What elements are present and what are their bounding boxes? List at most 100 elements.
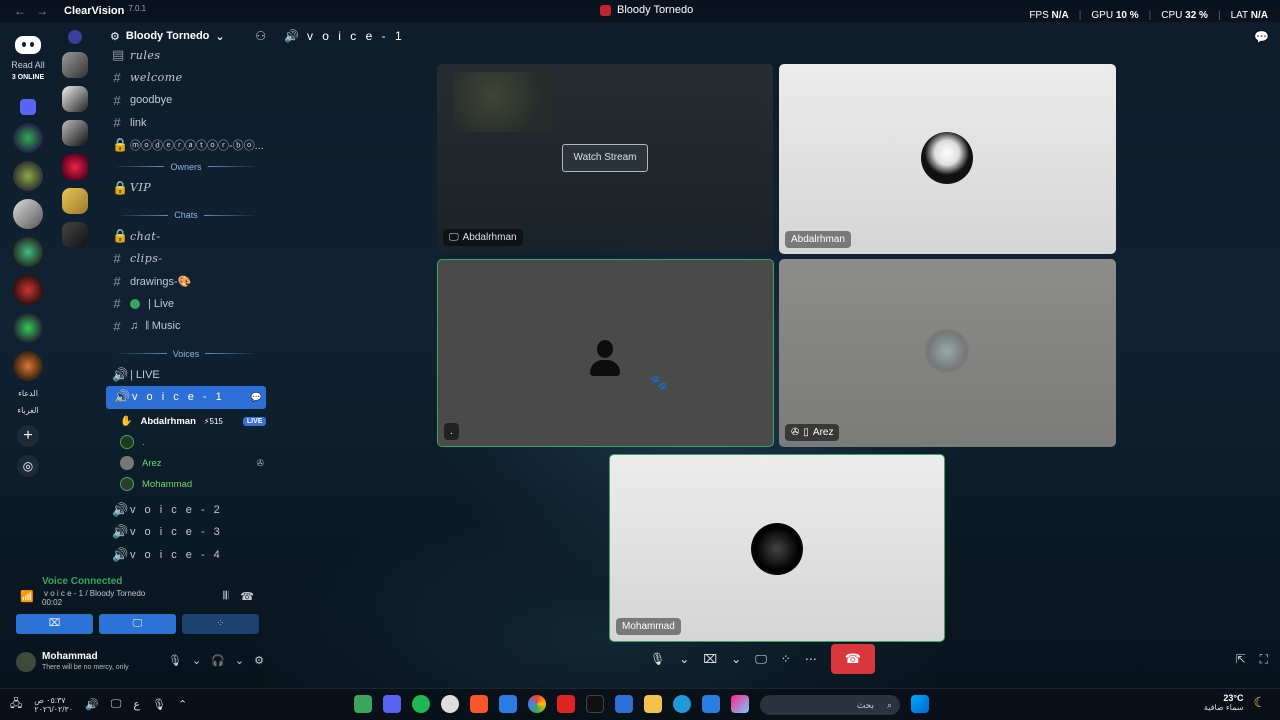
microphone-icon[interactable]: 🎙 <box>168 654 182 667</box>
back-arrow-icon[interactable]: ← <box>14 4 26 18</box>
folder-icon-2[interactable] <box>68 30 82 44</box>
channel-chat[interactable]: 🔒 chat- <box>100 225 272 248</box>
voice-channel-3[interactable]: 🔊 v o i c e - 3 <box>100 521 272 544</box>
voice-channel-live[interactable]: 🔊 | LIVE <box>100 364 272 387</box>
discord-home-icon[interactable] <box>15 36 41 54</box>
explore-icon[interactable]: ◎ <box>17 455 39 477</box>
server-icon-2[interactable] <box>13 161 43 191</box>
channel-vip[interactable]: 🔒 VIP <box>100 177 272 200</box>
channel-welcome[interactable]: # welcome <box>100 67 272 90</box>
display-icon[interactable]: 🖵 <box>111 698 122 711</box>
voice-member-dot[interactable]: . <box>100 432 272 453</box>
forward-arrow-icon[interactable]: → <box>36 4 48 18</box>
camera-tile-abdalrhman[interactable]: Abdalrhman <box>779 64 1116 254</box>
user-avatar[interactable] <box>16 652 36 672</box>
mail-icon[interactable] <box>702 695 720 713</box>
language-indicator[interactable]: ع <box>133 698 140 711</box>
server-icon-6[interactable] <box>13 313 43 343</box>
channel-music[interactable]: # ♫ 𝄃 Music <box>100 315 272 338</box>
server-icon-8[interactable] <box>62 52 88 78</box>
search-box[interactable]: بحث ⌕ <box>760 695 900 715</box>
channel-goodbye[interactable]: # goodbye <box>100 89 272 112</box>
watch-stream-button[interactable]: Watch Stream <box>562 144 648 172</box>
tiktok-icon[interactable] <box>586 695 604 713</box>
weather-widget[interactable]: 23°C سماء صافية ☾ <box>1204 693 1266 712</box>
participant-tile-arez[interactable]: ✇ ▯ Arez <box>779 259 1116 447</box>
chat-bubble-icon[interactable]: 💬 <box>251 392 262 403</box>
activities-icon[interactable]: ⁘ <box>781 652 791 666</box>
add-server-icon[interactable]: + <box>17 425 39 447</box>
voice-member-abdalrhman[interactable]: ✋ Abdalrhman ⚡515 LIVE <box>100 411 272 432</box>
camera-off-button[interactable]: ⌧ <box>16 614 93 634</box>
server-icon-10[interactable] <box>62 120 88 146</box>
server-icon-13[interactable] <box>62 222 88 248</box>
chevron-down-icon[interactable]: ⌄ <box>235 654 244 667</box>
category-chats[interactable]: Chats <box>100 205 272 225</box>
server-icon-12[interactable] <box>62 188 88 214</box>
windows-start-icon[interactable] <box>911 695 929 713</box>
participant-tile-mohammad[interactable]: Mohammad <box>609 454 945 642</box>
volume-icon[interactable]: 🔊 <box>85 698 99 711</box>
channel-link[interactable]: # link <box>100 112 272 135</box>
popout-icon[interactable]: ⇱ <box>1236 652 1246 667</box>
fullscreen-icon[interactable]: ⛶ <box>1260 652 1268 667</box>
folder-icon[interactable] <box>20 99 36 115</box>
stream-tile[interactable]: Watch Stream 🖵 Abdalrhman <box>437 64 773 252</box>
youtube-icon[interactable] <box>557 695 575 713</box>
channel-live-text[interactable]: # | Live <box>100 293 272 316</box>
signal-icon[interactable]: 📶 <box>20 590 34 603</box>
channel-rules[interactable]: ▤ rules <box>100 44 272 67</box>
invite-icon[interactable]: ⚇ <box>255 29 266 43</box>
server-icon-11[interactable] <box>62 154 88 180</box>
app-icon-2[interactable] <box>499 695 517 713</box>
microphone-icon[interactable]: 🎙 <box>152 698 166 711</box>
copilot-icon[interactable] <box>731 695 749 713</box>
chevron-down-icon[interactable]: ⌄ <box>192 654 201 667</box>
hang-up-button[interactable]: ☎ <box>830 644 875 674</box>
steam-icon[interactable] <box>441 695 459 713</box>
channel-drawings[interactable]: # drawings-🎨 <box>100 270 272 293</box>
server-icon-9[interactable] <box>62 86 88 112</box>
chevron-down-icon[interactable]: ⌄ <box>731 652 741 666</box>
screen-share-icon[interactable]: 🖵 <box>755 652 767 667</box>
category-owners[interactable]: Owners <box>100 157 272 177</box>
server-icon-5[interactable] <box>13 275 43 305</box>
channel-clips[interactable]: # clips- <box>100 248 272 271</box>
participant-tile-dot[interactable]: 🐾 . <box>437 259 774 447</box>
server-icon-3[interactable] <box>13 199 43 229</box>
more-icon[interactable]: ⋯ <box>805 652 817 666</box>
microphone-icon[interactable]: 🎙 <box>650 652 665 666</box>
chevron-down-icon[interactable]: ⌄ <box>679 652 689 666</box>
edge-icon[interactable] <box>673 695 691 713</box>
disconnect-icon[interactable]: ☎ <box>240 590 254 603</box>
activities-button[interactable]: ⁘ <box>182 614 259 634</box>
channel-moderator[interactable]: 🔒 ⓜⓞⓓⓔⓡⓐⓣⓞⓡ-ⓑⓞ... <box>100 134 272 157</box>
brave-icon[interactable] <box>470 695 488 713</box>
headphones-icon[interactable]: 🎧 <box>211 654 225 667</box>
chevron-up-icon[interactable]: ⌃ <box>178 698 187 711</box>
network-icon[interactable]: 🖧 <box>10 695 22 714</box>
screen-share-button[interactable]: 🖵 <box>99 614 176 634</box>
app-icon-3[interactable] <box>615 695 633 713</box>
server-text-1[interactable]: الدعاء <box>18 389 38 398</box>
user-name[interactable]: Mohammad <box>42 651 98 662</box>
voice-member-arez[interactable]: Arez ✇ <box>100 453 272 474</box>
discord-app-icon[interactable] <box>383 695 401 713</box>
voice-channel-2[interactable]: 🔊 v o i c e - 2 <box>100 499 272 522</box>
camera-off-icon[interactable]: ⌧ <box>703 652 717 666</box>
app-icon-1[interactable] <box>354 695 372 713</box>
chat-toggle-icon[interactable]: 💬 <box>1254 30 1269 44</box>
server-text-2[interactable]: الغرباء <box>17 406 38 415</box>
noise-suppression-icon[interactable]: 𝄃𝄃 <box>223 590 228 603</box>
chrome-icon[interactable] <box>528 695 546 713</box>
server-icon-1[interactable] <box>13 123 43 153</box>
read-all-button[interactable]: Read All <box>11 60 45 70</box>
voice-status[interactable]: Voice Connected <box>42 576 266 587</box>
spotify-icon[interactable] <box>412 695 430 713</box>
settings-gear-icon[interactable]: ⚙ <box>254 654 264 667</box>
server-icon-4[interactable] <box>13 237 43 267</box>
category-voices[interactable]: Voices <box>100 344 272 364</box>
voice-member-mohammad[interactable]: Mohammad <box>100 474 272 495</box>
voice-channel-1[interactable]: 🔊 v o i c e - 1 💬 <box>106 386 266 409</box>
file-explorer-icon[interactable] <box>644 695 662 713</box>
